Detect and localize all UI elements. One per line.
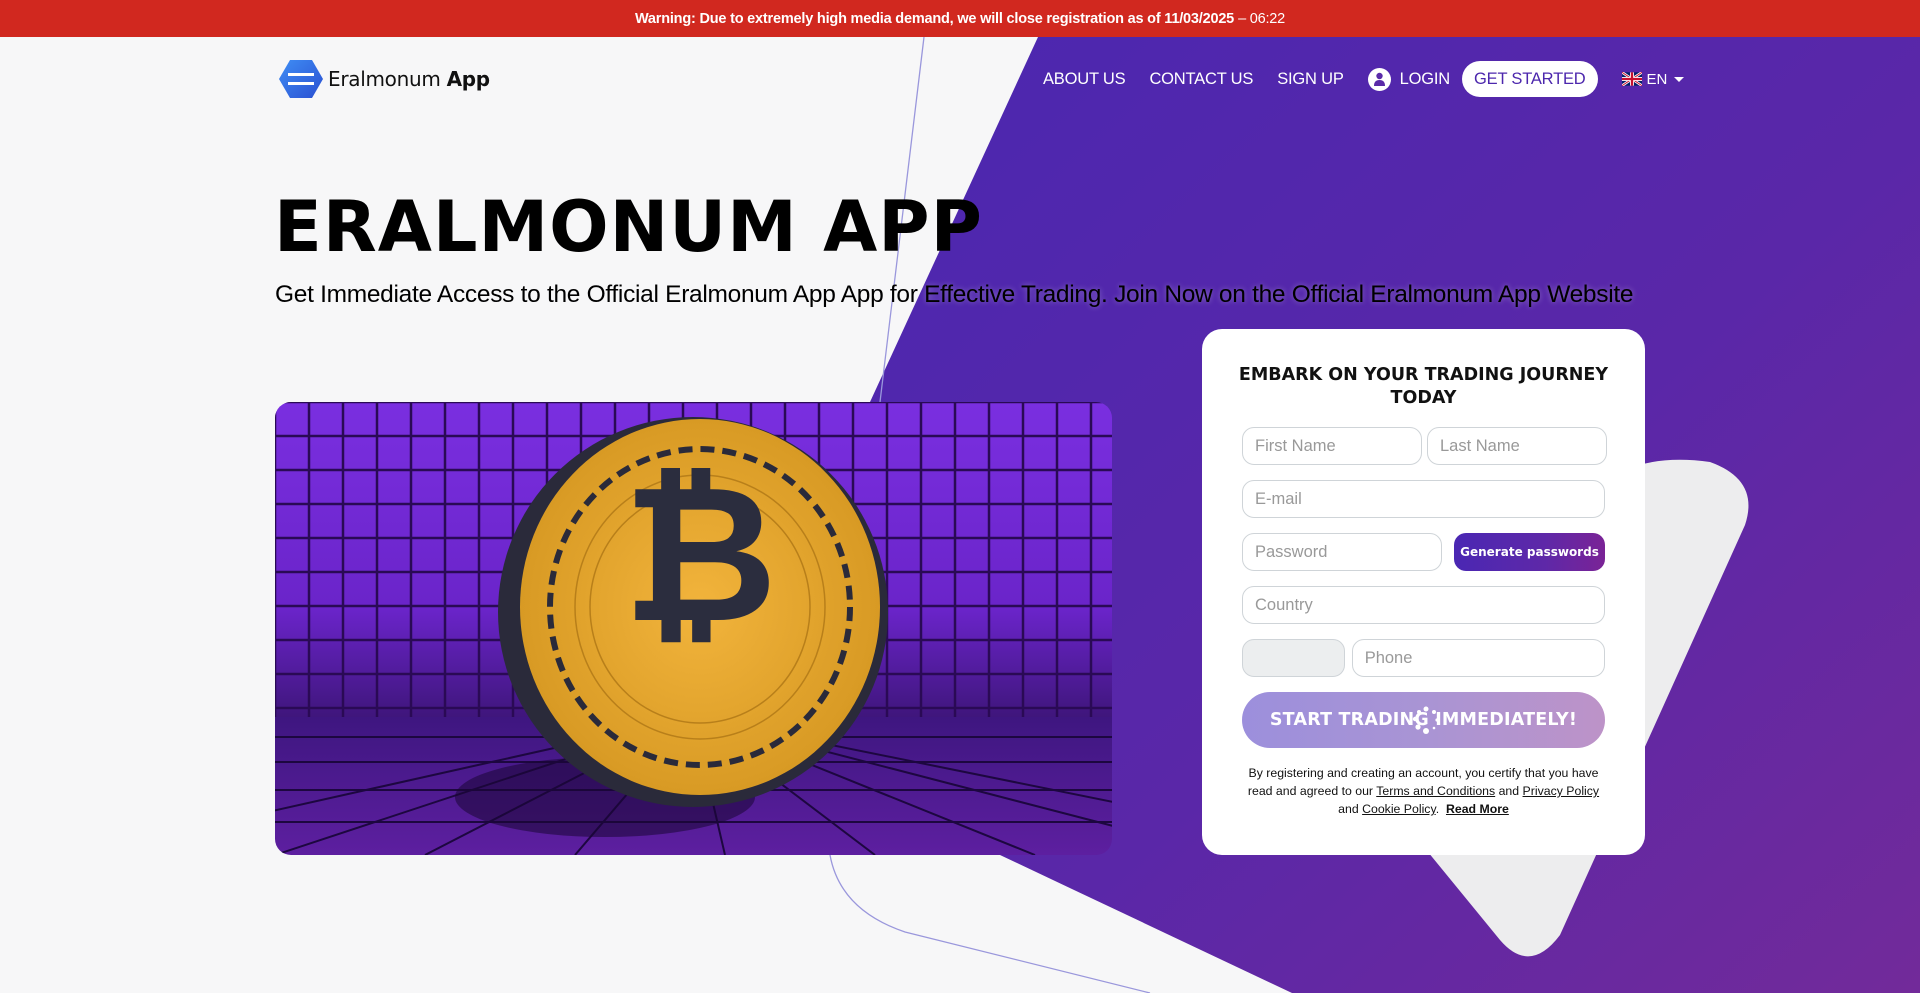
start-trading-button[interactable]: START TRADING IMMEDIATELY! — [1242, 692, 1605, 748]
first-name-input[interactable] — [1242, 427, 1422, 465]
uk-flag-icon — [1621, 72, 1642, 86]
registration-form: EMBARK ON YOUR TRADING JOURNEY TODAY Gen… — [1202, 329, 1645, 855]
warning-text: Warning: Due to extremely high media dem… — [634, 10, 1235, 27]
legal-and-1: and — [1498, 784, 1520, 798]
hero-bitcoin-image: ₿ — [275, 402, 1112, 855]
country-code-field[interactable] — [1242, 639, 1345, 677]
brand-name-bold: App — [446, 67, 491, 91]
read-more-link[interactable]: Read More — [1446, 802, 1509, 816]
get-started-button[interactable]: GET STARTED — [1462, 61, 1598, 97]
email-input[interactable] — [1242, 480, 1605, 518]
form-title: EMBARK ON YOUR TRADING JOURNEY TODAY — [1238, 365, 1609, 408]
last-name-input[interactable] — [1427, 427, 1607, 465]
language-selector[interactable]: EN — [1621, 70, 1685, 88]
user-icon — [1367, 67, 1391, 91]
privacy-link[interactable]: Privacy Policy — [1523, 784, 1600, 798]
hero-subtitle: Get Immediate Access to the Official Era… — [275, 281, 1634, 308]
cookie-link[interactable]: Cookie Policy — [1362, 802, 1436, 816]
password-input[interactable] — [1242, 533, 1442, 571]
login-label: LOGIN — [1399, 69, 1451, 88]
brand-name-regular: Eralmonum — [328, 67, 441, 91]
brand-name: Eralmonum App — [328, 67, 490, 91]
phone-input[interactable] — [1351, 639, 1605, 677]
warning-banner: Warning: Due to extremely high media dem… — [0, 0, 1920, 37]
warning-time: – 06:22 — [1238, 10, 1286, 27]
loading-spinner-icon — [1412, 706, 1439, 734]
main-nav: ABOUT US CONTACT US SIGN UP LOGIN GET ST… — [1043, 61, 1685, 97]
bitcoin-symbol: ₿ — [623, 444, 778, 665]
hexagon-logo-icon — [279, 60, 323, 98]
nav-about-us[interactable]: ABOUT US — [1043, 70, 1126, 89]
legal-text: By registering and creating an account, … — [1240, 764, 1607, 818]
nav-login[interactable]: LOGIN — [1367, 67, 1451, 91]
nav-contact-us[interactable]: CONTACT US — [1149, 70, 1253, 89]
hero-title: ERALMONUM APP — [274, 186, 983, 268]
chevron-down-icon — [1674, 76, 1685, 82]
logo[interactable]: Eralmonum App — [278, 59, 490, 99]
legal-period: . — [1435, 802, 1440, 816]
language-label: EN — [1646, 70, 1668, 88]
country-input[interactable] — [1242, 586, 1605, 624]
legal-and-2: and — [1338, 802, 1359, 816]
site-header: Eralmonum App ABOUT US CONTACT US SIGN U… — [0, 37, 1920, 121]
terms-link[interactable]: Terms and Conditions — [1376, 784, 1495, 798]
bitcoin-illustration: ₿ — [275, 402, 1112, 855]
generate-passwords-button[interactable]: Generate passwords — [1454, 533, 1605, 571]
nav-sign-up[interactable]: SIGN UP — [1277, 70, 1344, 89]
